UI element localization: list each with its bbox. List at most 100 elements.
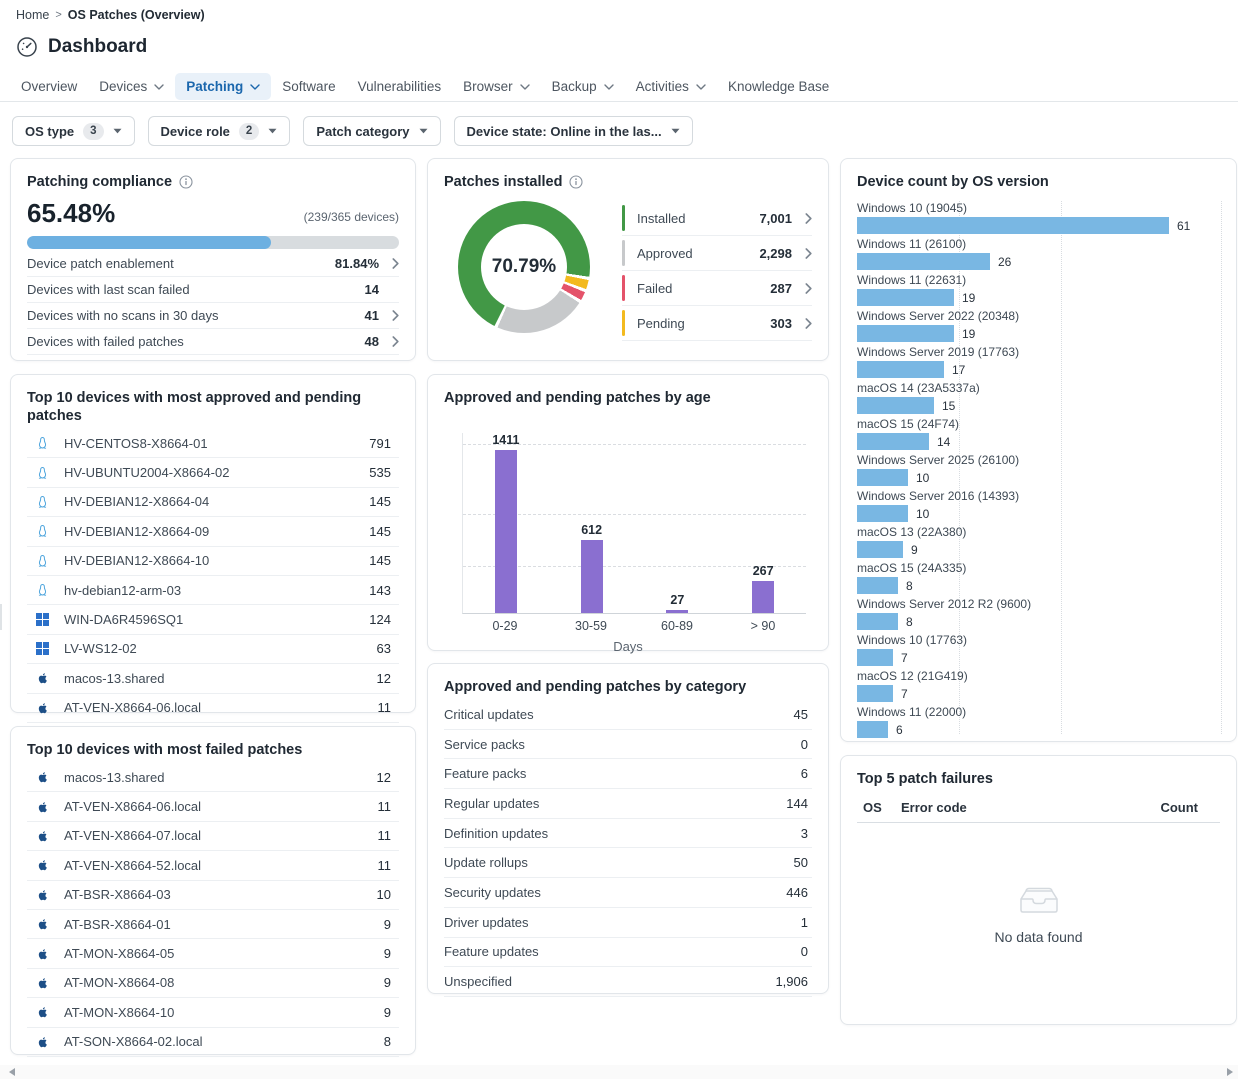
- device-row[interactable]: HV-CENTOS8-X8664-01791: [27, 429, 399, 458]
- device-row[interactable]: macos-13.shared12: [27, 664, 399, 693]
- tab-devices[interactable]: Devices: [88, 73, 175, 100]
- legend-color-bar: [622, 275, 625, 301]
- filter-os-type[interactable]: OS type3: [12, 116, 135, 146]
- os-bar-row: 17: [857, 361, 1220, 378]
- age-axis-tick: 30-59: [548, 619, 634, 633]
- stat-label: Device patch enablement: [27, 256, 174, 271]
- device-row[interactable]: LV-WS12-0263: [27, 635, 399, 664]
- age-bar: [666, 610, 688, 613]
- device-patch-count: 11: [378, 799, 400, 814]
- legend-row-approved[interactable]: Approved2,298: [622, 236, 812, 271]
- device-patch-count: 10: [377, 887, 399, 902]
- device-row[interactable]: HV-DEBIAN12-X8664-09145: [27, 517, 399, 546]
- device-row[interactable]: AT-VEN-X8664-52.local11: [27, 851, 399, 880]
- column-os: OS: [857, 800, 901, 815]
- device-row[interactable]: AT-MON-X8664-089: [27, 969, 399, 998]
- stat-row-device-patch-enablement[interactable]: Device patch enablement81.84%: [27, 251, 399, 277]
- apple-icon: [34, 1035, 50, 1049]
- category-label: Definition updates: [444, 826, 548, 841]
- windows-icon: [34, 613, 50, 626]
- stat-row-devices-with-failed-patches[interactable]: Devices with failed patches48: [27, 329, 399, 355]
- tab-browser[interactable]: Browser: [452, 73, 541, 100]
- compliance-devices-note: (239/365 devices): [304, 210, 399, 227]
- tab-knowledge-base[interactable]: Knowledge Base: [717, 73, 840, 100]
- breadcrumb-home-link[interactable]: Home: [16, 8, 49, 22]
- legend-value: 303: [770, 316, 792, 331]
- device-row[interactable]: AT-MON-X8664-109: [27, 998, 399, 1027]
- legend-row-pending[interactable]: Pending303: [622, 306, 812, 341]
- patch-failures-card: Top 5 patch failures OS Error code Count…: [840, 755, 1237, 1025]
- device-row[interactable]: HV-DEBIAN12-X8664-10145: [27, 547, 399, 576]
- tab-software[interactable]: Software: [271, 73, 346, 100]
- os-bar-row: 7: [857, 685, 1220, 702]
- filter-patch-category[interactable]: Patch category: [303, 116, 440, 146]
- breadcrumb-separator: >: [55, 9, 61, 21]
- os-bar-value: 17: [952, 363, 965, 377]
- filter-count-badge: 2: [239, 123, 259, 140]
- patch-failures-title: Top 5 patch failures: [857, 770, 993, 788]
- device-row[interactable]: macos-13.shared12: [27, 763, 399, 792]
- apple-icon: [34, 770, 50, 784]
- empty-state-text: No data found: [995, 929, 1083, 945]
- age-bar-value: 267: [753, 564, 774, 578]
- card-title: Approved and pending patches by category: [444, 678, 812, 696]
- os-bar-label: Windows Server 2019 (17763): [857, 345, 1220, 359]
- os-bar: [857, 253, 990, 270]
- os-bar: [857, 685, 893, 702]
- legend-row-installed[interactable]: Installed 7,001: [622, 201, 812, 236]
- device-row[interactable]: hv-debian12-arm-03143: [27, 576, 399, 605]
- apple-icon: [34, 976, 50, 990]
- device-row[interactable]: HV-DEBIAN12-X8664-04145: [27, 488, 399, 517]
- stat-value: 14: [365, 282, 379, 297]
- category-value: 0: [801, 944, 812, 959]
- device-row[interactable]: AT-VEN-X8664-06.local11: [27, 694, 399, 723]
- os-bar-value: 9: [911, 543, 918, 557]
- tab-patching[interactable]: Patching: [175, 73, 271, 100]
- device-name: AT-BSR-X8664-03: [64, 887, 171, 902]
- filter-device-state[interactable]: Device state: Online in the las...: [454, 116, 693, 146]
- device-patch-count: 145: [369, 553, 399, 568]
- device-name: HV-DEBIAN12-X8664-09: [64, 524, 209, 539]
- device-row[interactable]: AT-BSR-X8664-019: [27, 910, 399, 939]
- os-bar-label: macOS 14 (23A5337a): [857, 381, 1220, 395]
- os-bar-label: Windows Server 2012 R2 (9600): [857, 597, 1220, 611]
- patching-compliance-card: Patching compliance 65.48% (239/365 devi…: [10, 158, 416, 361]
- tab-label: Overview: [21, 79, 77, 94]
- tab-vulnerabilities[interactable]: Vulnerabilities: [347, 73, 453, 100]
- filter-label: Patch category: [316, 124, 409, 139]
- os-bar-group: Windows 10 (19045)61: [857, 201, 1220, 234]
- device-row[interactable]: AT-VEN-X8664-07.local11: [27, 822, 399, 851]
- os-bar-group: macOS 14 (23A5337a)15: [857, 381, 1220, 414]
- device-row[interactable]: WIN-DA6R4596SQ1124: [27, 605, 399, 634]
- age-bar: [495, 450, 517, 613]
- info-icon[interactable]: [569, 175, 583, 189]
- filter-device-role[interactable]: Device role2: [148, 116, 291, 146]
- device-row[interactable]: AT-VEN-X8664-06.local 11: [27, 792, 399, 821]
- legend-row-failed[interactable]: Failed287: [622, 271, 812, 306]
- device-name: AT-VEN-X8664-06.local: [64, 799, 201, 814]
- scroll-right-arrow-icon[interactable]: [1227, 1068, 1233, 1076]
- legend-value: 7,001: [759, 211, 792, 226]
- info-icon[interactable]: [179, 175, 193, 189]
- os-bar-label: Windows 11 (26100): [857, 237, 1220, 251]
- horizontal-scrollbar[interactable]: [0, 1065, 1238, 1079]
- card-title: Device count by OS version: [857, 173, 1220, 191]
- top-failed-list: macos-13.shared12 AT-VEN-X8664-06.local 11…: [27, 763, 399, 1057]
- tab-backup[interactable]: Backup: [541, 73, 625, 100]
- legend-label: Installed: [637, 211, 685, 226]
- chevron-down-icon: [154, 84, 164, 90]
- device-row[interactable]: AT-MON-X8664-059: [27, 939, 399, 968]
- tab-activities[interactable]: Activities: [625, 73, 717, 100]
- tab-overview[interactable]: Overview: [10, 73, 88, 100]
- stat-row-devices-with-no-scans-in-30-days[interactable]: Devices with no scans in 30 days41: [27, 303, 399, 329]
- os-bar-value: 8: [906, 615, 913, 629]
- apple-icon: [34, 701, 50, 715]
- category-list: Critical updates45Service packs0Feature …: [444, 700, 812, 997]
- category-value: 45: [794, 707, 812, 722]
- device-row[interactable]: AT-SON-X8664-02.local8: [27, 1028, 399, 1057]
- device-name: macos-13.shared: [64, 671, 164, 686]
- age-bar: [581, 540, 603, 613]
- device-row[interactable]: HV-UBUNTU2004-X8664-02535: [27, 458, 399, 487]
- scroll-left-arrow-icon[interactable]: [9, 1068, 15, 1076]
- device-row[interactable]: AT-BSR-X8664-03 10: [27, 881, 399, 910]
